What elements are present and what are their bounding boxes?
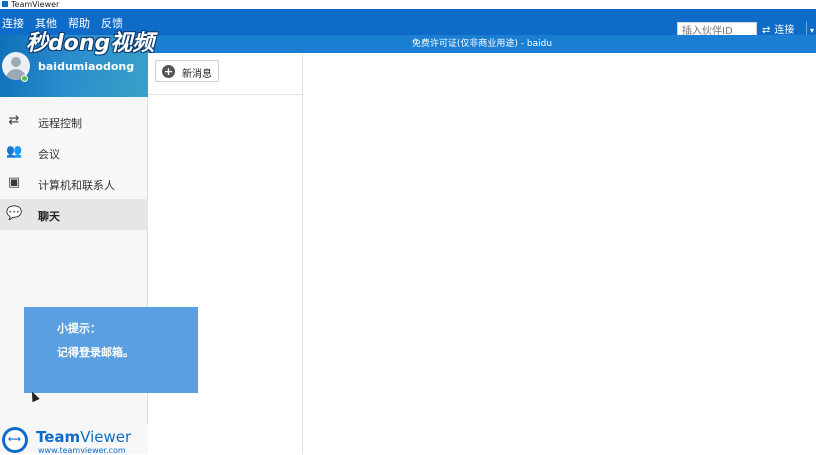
brand-name-bold: Team xyxy=(36,428,81,446)
chevron-down-icon: ▾ xyxy=(810,26,815,35)
arrows-icon: ⇄ xyxy=(8,113,20,128)
tip-overlay: 小提示： 记得登录邮箱。 xyxy=(24,307,198,393)
video-watermark: 秒dong视频 xyxy=(26,31,155,56)
sidebar-item-label: 会议 xyxy=(38,148,60,161)
new-message-label: 新消息 xyxy=(182,69,212,80)
sidebar: ⇄ 远程控制 👥 会议 ▣ 计算机和联系人 💬 聊天 xyxy=(0,97,148,454)
menu-item-connect[interactable]: 连接 xyxy=(2,17,24,30)
new-message-button[interactable]: + 新消息 xyxy=(155,60,219,82)
window-titlebar: TeamViewer xyxy=(0,0,816,9)
plus-icon: + xyxy=(162,65,175,78)
tip-title: 小提示： xyxy=(57,322,101,335)
teamviewer-logo-icon: ⟷ xyxy=(2,427,28,453)
teamviewer-brand: ⟷ TeamViewer www.teamviewer.com xyxy=(0,424,148,455)
brand-name-light: Viewer xyxy=(80,428,132,446)
sidebar-item-meeting[interactable]: 👥 会议 xyxy=(0,137,148,168)
chat-icon: 💬 xyxy=(6,206,23,221)
logo-arrows-icon: ⟷ xyxy=(8,435,21,445)
sidebar-item-label: 聊天 xyxy=(38,210,60,223)
sidebar-item-label: 计算机和联系人 xyxy=(38,179,115,192)
tip-text: 记得登录邮箱。 xyxy=(57,346,134,359)
avatar-head-icon xyxy=(11,57,21,67)
online-status-icon xyxy=(21,75,28,82)
brand-name: TeamViewer xyxy=(36,428,131,446)
sidebar-item-label: 远程控制 xyxy=(38,117,82,130)
chat-toolbar: + 新消息 xyxy=(148,53,303,95)
chat-content-area xyxy=(304,53,816,454)
sidebar-item-chat[interactable]: 💬 聊天 xyxy=(0,199,148,230)
meeting-icon: 👥 xyxy=(6,144,23,159)
window-title: TeamViewer xyxy=(11,0,60,9)
sidebar-item-remote-control[interactable]: ⇄ 远程控制 xyxy=(0,106,148,137)
chat-list-panel: + 新消息 xyxy=(148,53,303,454)
contacts-icon: ▣ xyxy=(7,175,21,190)
username: baidumiaodong xyxy=(38,60,135,73)
license-banner: 免费许可证(仅非商业用途) - baidu xyxy=(148,35,816,53)
teamviewer-app-icon xyxy=(2,1,8,7)
sidebar-item-contacts[interactable]: ▣ 计算机和联系人 xyxy=(0,168,148,199)
